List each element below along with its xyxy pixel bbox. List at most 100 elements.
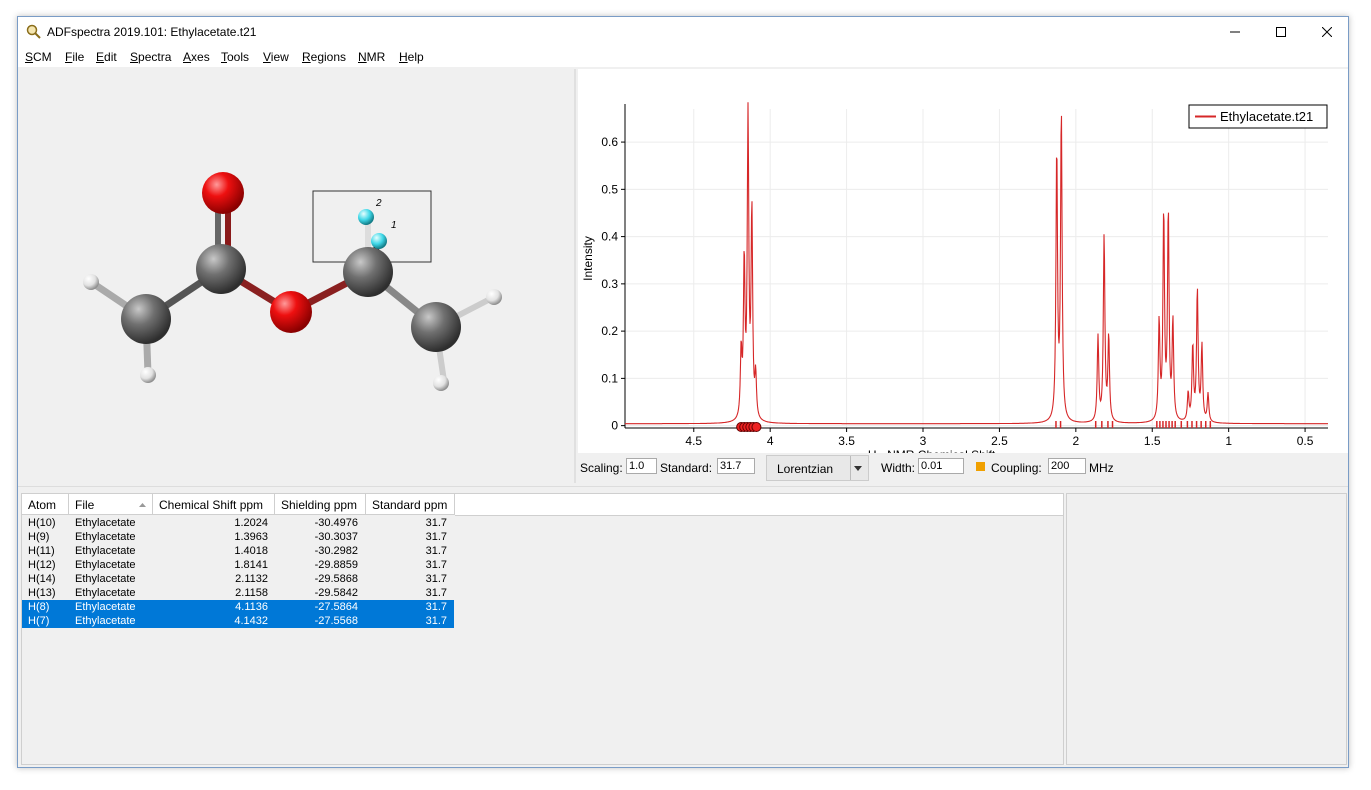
- lineshape-value: Lorentzian: [777, 462, 834, 476]
- table-row[interactable]: H(7) Ethylacetate 4.1432 -27.5568 31.7: [22, 614, 454, 628]
- atom-cell: H(7): [28, 615, 50, 627]
- menu-file[interactable]: File: [65, 50, 84, 64]
- chemical-shift-cell: 2.1132: [235, 573, 268, 585]
- coupling-unit: MHz: [1089, 461, 1114, 475]
- spectrum-chart[interactable]: 4.543.532.521.510.500.10.20.30.40.50.6H …: [578, 69, 1348, 462]
- shielding-cell: -29.5868: [314, 573, 358, 585]
- molecule-canvas[interactable]: 2 1: [21, 69, 569, 483]
- hydrogen-atom[interactable]: [83, 274, 99, 290]
- chevron-down-icon: [854, 466, 862, 471]
- minimize-icon: [1230, 31, 1240, 33]
- menu-bar: SCM File Edit Spectra Axes Tools View Re…: [18, 47, 1348, 67]
- carbon-atom[interactable]: [343, 247, 393, 297]
- column-header-file-label: File: [75, 498, 95, 512]
- vertical-splitter[interactable]: [574, 69, 576, 483]
- standard-input[interactable]: 31.7: [717, 458, 755, 474]
- table-row[interactable]: H(8) Ethylacetate 4.1136 -27.5864 31.7: [22, 600, 454, 614]
- carbon-atom[interactable]: [196, 244, 246, 294]
- y-tick-label: 0.3: [601, 277, 618, 291]
- width-input[interactable]: 0.01: [918, 458, 964, 474]
- table-row[interactable]: H(12) Ethylacetate 1.8141 -29.8859 31.7: [22, 558, 454, 572]
- y-tick-label: 0.1: [601, 371, 618, 385]
- table-header-filler: [455, 494, 1063, 516]
- standard-cell: 31.7: [425, 531, 447, 543]
- spectrum-plot[interactable]: 4.543.532.521.510.500.10.20.30.40.50.6H …: [578, 69, 1348, 462]
- column-header-atom[interactable]: Atom: [22, 494, 69, 515]
- standard-label: Standard:: [660, 461, 713, 475]
- y-axis-label: Intensity: [581, 236, 595, 281]
- hydrogen-atom-selected[interactable]: [358, 209, 374, 225]
- hydrogen-atom-selected[interactable]: [371, 233, 387, 249]
- file-cell: Ethylacetate: [75, 517, 136, 529]
- spectrum-line: [625, 102, 1328, 425]
- table-row[interactable]: H(13) Ethylacetate 2.1158 -29.5842 31.7: [22, 586, 454, 600]
- app-icon: [26, 24, 41, 39]
- column-header-chemical-shift[interactable]: Chemical Shift ppm: [153, 494, 275, 515]
- table-row[interactable]: H(14) Ethylacetate 2.1132 -29.5868 31.7: [22, 572, 454, 586]
- file-cell: Ethylacetate: [75, 545, 136, 557]
- y-tick-label: 0.6: [601, 135, 618, 149]
- x-tick-label: 4.5: [685, 434, 702, 448]
- menu-help[interactable]: Help: [399, 50, 424, 64]
- table-row[interactable]: H(11) Ethylacetate 1.4018 -30.2982 31.7: [22, 544, 454, 558]
- carbon-atom[interactable]: [121, 294, 171, 344]
- lineshape-select[interactable]: Lorentzian: [766, 455, 869, 481]
- x-tick-label: 3: [920, 434, 927, 448]
- hydrogen-atom[interactable]: [433, 375, 449, 391]
- minimize-button[interactable]: [1212, 17, 1258, 47]
- menu-axes[interactable]: Axes: [183, 50, 210, 64]
- chemical-shift-cell: 1.8141: [234, 559, 268, 571]
- file-cell: Ethylacetate: [75, 531, 136, 543]
- standard-cell: 31.7: [425, 587, 447, 599]
- selected-peak-marker[interactable]: [751, 422, 762, 432]
- atom-label-2: 2: [375, 198, 382, 209]
- chemical-shift-cell: 2.1158: [235, 587, 268, 599]
- menu-regions[interactable]: Regions: [302, 50, 346, 64]
- close-button[interactable]: [1304, 17, 1350, 47]
- menu-edit[interactable]: Edit: [96, 50, 117, 64]
- bonds: [87, 191, 497, 384]
- x-tick-label: 2.5: [991, 434, 1008, 448]
- file-cell: Ethylacetate: [75, 573, 136, 585]
- coupling-input[interactable]: 200: [1048, 458, 1086, 474]
- menu-spectra[interactable]: Spectra: [130, 50, 171, 64]
- column-header-shielding[interactable]: Shielding ppm: [275, 494, 366, 515]
- shielding-cell: -29.8859: [314, 559, 358, 571]
- app-window: ADFspectra 2019.101: Ethylacetate.t21 SC…: [17, 16, 1349, 768]
- table-row[interactable]: H(10) Ethylacetate 1.2024 -30.4976 31.7: [22, 516, 454, 530]
- standard-cell: 31.7: [425, 601, 447, 613]
- shielding-cell: -30.3037: [314, 531, 358, 543]
- sort-ascending-icon: [139, 503, 146, 507]
- standard-cell: 31.7: [425, 517, 447, 529]
- maximize-button[interactable]: [1258, 17, 1304, 47]
- spectrum-plot-pane: 4.543.532.521.510.500.10.20.30.40.50.6H …: [578, 69, 1348, 462]
- oxygen-atom[interactable]: [270, 291, 312, 333]
- y-tick-label: 0: [611, 419, 618, 433]
- molecule-viewer[interactable]: 2 1: [21, 69, 569, 483]
- menu-nmr[interactable]: NMR: [358, 50, 385, 64]
- table-row[interactable]: H(9) Ethylacetate 1.3963 -30.3037 31.7: [22, 530, 454, 544]
- column-header-standard[interactable]: Standard ppm: [366, 494, 455, 515]
- chemical-shift-cell: 4.1136: [235, 601, 268, 613]
- atom-cell: H(12): [28, 559, 56, 571]
- chemical-shift-cell: 1.2024: [234, 517, 268, 529]
- spectrum-controls: Scaling: 1.0 Standard: 31.7 Lorentzian W…: [578, 453, 1348, 483]
- carbon-atom[interactable]: [411, 302, 461, 352]
- hydrogen-atom[interactable]: [140, 367, 156, 383]
- scaling-input[interactable]: 1.0: [626, 458, 657, 474]
- close-icon: [1322, 27, 1332, 37]
- coupling-color-swatch[interactable]: [976, 462, 985, 471]
- x-tick-label: 3.5: [838, 434, 855, 448]
- horizontal-splitter[interactable]: [18, 486, 1348, 491]
- file-cell: Ethylacetate: [75, 615, 136, 627]
- oxygen-atom[interactable]: [202, 172, 244, 214]
- atom-cell: H(9): [28, 531, 50, 543]
- menu-scm[interactable]: SCM: [25, 50, 52, 64]
- column-header-file[interactable]: File: [69, 494, 153, 515]
- menu-tools[interactable]: Tools: [221, 50, 249, 64]
- shielding-cell: -29.5842: [314, 587, 358, 599]
- menu-view[interactable]: View: [263, 50, 289, 64]
- x-tick-label: 1.5: [1144, 434, 1161, 448]
- hydrogen-atom[interactable]: [486, 289, 502, 305]
- standard-cell: 31.7: [425, 545, 447, 557]
